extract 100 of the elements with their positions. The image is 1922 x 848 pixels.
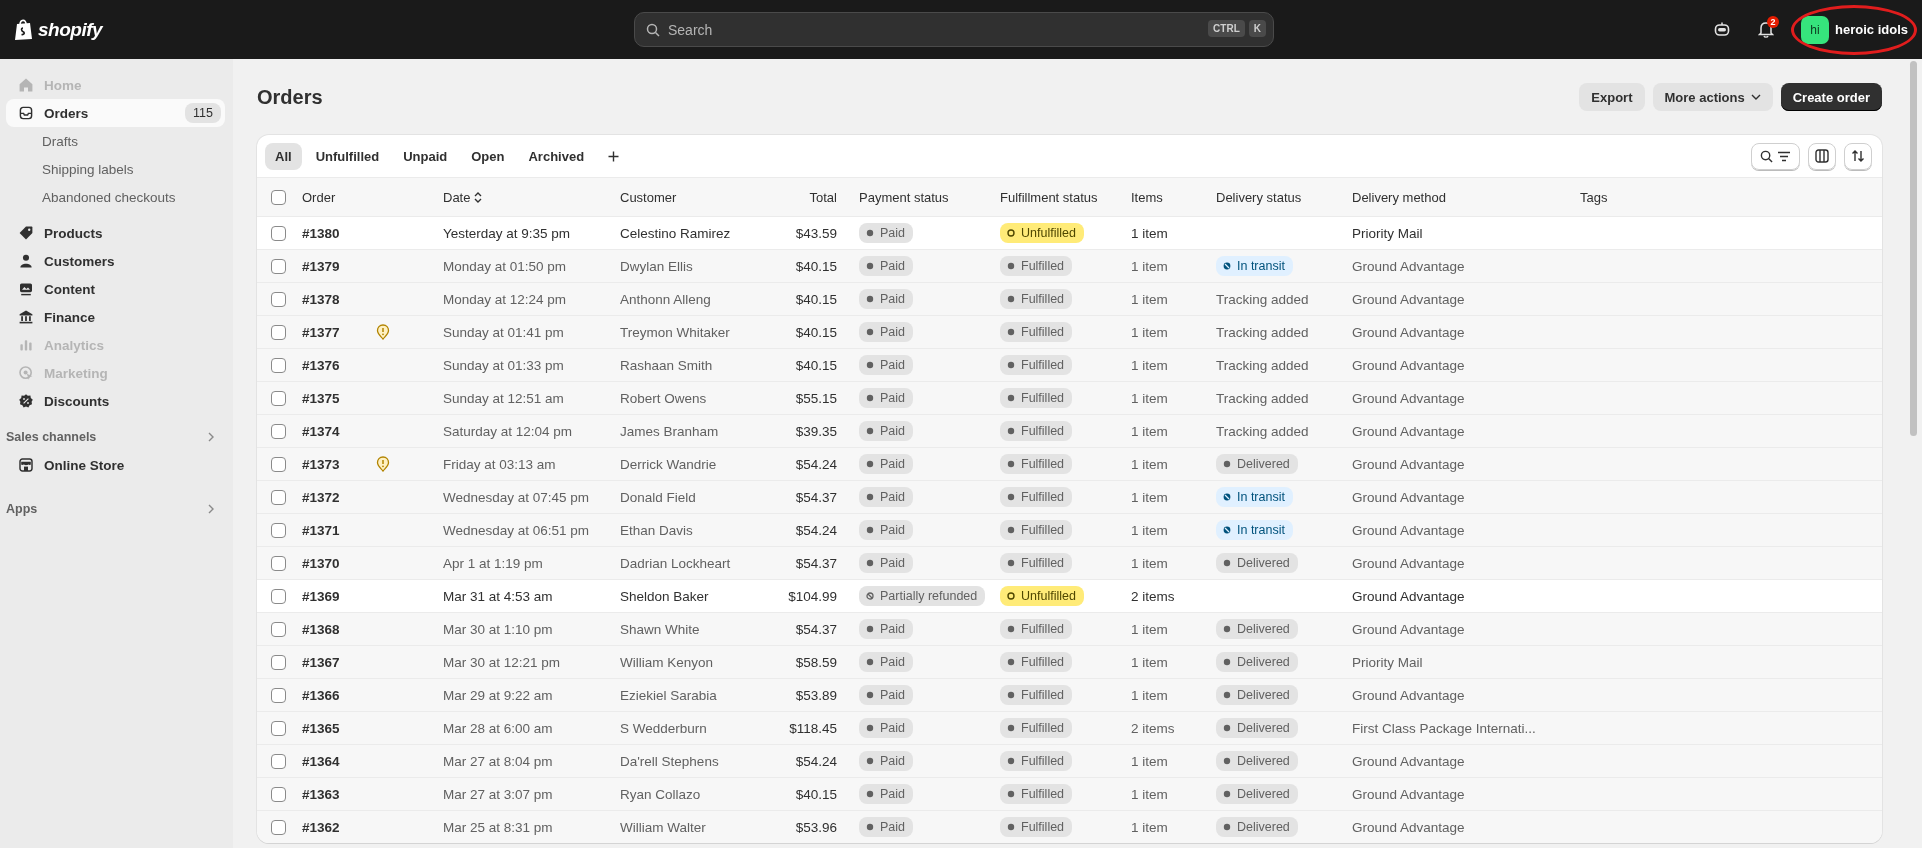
order-number[interactable]: #1363 [302, 786, 376, 802]
bar-chart-icon [18, 337, 34, 353]
notifications-button[interactable]: 2 [1751, 14, 1782, 45]
sidebar-item[interactable]: Abandoned checkouts [6, 183, 225, 211]
table-row[interactable]: #1373 Friday at 03:13 am Derrick Wandrie $54.24 Paid Fulfilled 1 item Delivered Ground Advantage [257, 447, 1882, 480]
order-number[interactable]: #1374 [302, 423, 376, 439]
checkbox[interactable] [271, 225, 286, 241]
section-heading[interactable]: Apps [6, 495, 225, 523]
chevron-right-icon [207, 504, 215, 514]
tab[interactable]: All [265, 142, 302, 170]
table-row[interactable]: #1365 Mar 28 at 6:00 am S Wedderburn $118.45 Paid Fulfilled 2 items Delivered First Class Package Internati... [257, 711, 1882, 744]
slashed-circle-icon [1223, 262, 1231, 270]
column-header[interactable]: Payment status [859, 189, 1000, 205]
table-row[interactable]: #1374 Saturday at 12:04 pm James Branham $39.35 Paid Fulfilled 1 item Tracking added Ground Advantage [257, 414, 1882, 447]
order-number[interactable]: #1368 [302, 621, 376, 637]
table-cell-text: Ground Advantage [1352, 390, 1466, 406]
account-button[interactable]: hi heroic idols [1795, 11, 1914, 48]
table-row[interactable]: #1362 Mar 25 at 8:31 pm William Walter $53.96 Paid Fulfilled 1 item Delivered Ground Advantage [257, 810, 1882, 843]
table-row[interactable]: #1379 Monday at 01:50 pm Dwylan Ellis $40.15 Paid Fulfilled 1 item In transit Ground Advantage [257, 249, 1882, 282]
sidebar-item[interactable]: Drafts [6, 127, 225, 155]
table-row[interactable]: #1371 Wednesday at 06:51 pm Ethan Davis $54.24 Paid Fulfilled 1 item In transit Ground Advantage [257, 513, 1882, 546]
sidebar-item[interactable]: Customers [6, 247, 225, 275]
sidebar-item[interactable]: Online Store [6, 451, 225, 479]
order-number[interactable]: #1365 [302, 720, 376, 736]
tab[interactable]: Unfulfilled [305, 142, 390, 170]
order-number[interactable]: #1373 [302, 456, 376, 472]
search-filter-button[interactable] [1751, 142, 1800, 170]
checkbox[interactable] [271, 753, 286, 769]
sort-button[interactable] [1844, 142, 1872, 170]
column-header[interactable]: Items [1131, 189, 1216, 205]
order-number[interactable]: #1371 [302, 522, 376, 538]
checkbox[interactable] [271, 189, 286, 205]
columns-button[interactable] [1808, 142, 1836, 170]
checkbox[interactable] [271, 357, 286, 373]
table-cell-text: 1 item [1131, 390, 1169, 406]
order-number[interactable]: #1372 [302, 489, 376, 505]
sidebar-item[interactable]: Finance [6, 303, 225, 331]
checkbox[interactable] [271, 291, 286, 307]
column-header[interactable]: Customer [620, 189, 770, 205]
order-number[interactable]: #1378 [302, 291, 376, 307]
sidebar-item[interactable]: Orders 115 [6, 99, 225, 127]
checkbox[interactable] [271, 621, 286, 637]
menu-button[interactable]: More actions [1652, 83, 1773, 111]
checkbox[interactable] [271, 390, 286, 406]
table-row[interactable]: #1378 Monday at 12:24 pm Anthonn Alleng $40.15 Paid Fulfilled 1 item Tracking added Ground Advantage [257, 282, 1882, 315]
tab[interactable]: Unpaid [393, 142, 458, 170]
order-number[interactable]: #1364 [302, 753, 376, 769]
table-row[interactable]: #1368 Mar 30 at 1:10 pm Shawn White $54.37 Paid Fulfilled 1 item Delivered Ground Advantage [257, 612, 1882, 645]
table-row[interactable]: #1370 Apr 1 at 1:19 pm Dadrian Lockheart $54.37 Paid Fulfilled 1 item Delivered Ground Advantage [257, 546, 1882, 579]
column-header[interactable]: Date [443, 189, 620, 205]
checkbox[interactable] [271, 324, 286, 340]
checkbox[interactable] [271, 654, 286, 670]
checkbox[interactable] [271, 258, 286, 274]
tab[interactable]: Open [461, 142, 515, 170]
table-row[interactable]: #1375 Sunday at 12:51 am Robert Owens $55.15 Paid Fulfilled 1 item Tracking added Ground Advantage [257, 381, 1882, 414]
checkbox[interactable] [271, 423, 286, 439]
checkbox[interactable] [271, 720, 286, 736]
order-number[interactable]: #1379 [302, 258, 376, 274]
checkbox[interactable] [271, 588, 286, 604]
table-cell-text: Donald Field [620, 489, 697, 505]
column-header[interactable]: Tags [1580, 189, 1882, 205]
checkbox[interactable] [271, 786, 286, 802]
sidebar-item[interactable]: Products [6, 219, 225, 247]
status-badge: Paid [859, 619, 914, 639]
column-header[interactable]: Order [302, 189, 443, 205]
order-number[interactable]: #1362 [302, 819, 376, 835]
checkbox[interactable] [271, 687, 286, 703]
table-row[interactable]: #1367 Mar 30 at 12:21 pm William Kenyon $58.59 Paid Fulfilled 1 item Delivered Priority Mail [257, 645, 1882, 678]
order-number[interactable]: #1380 [302, 225, 376, 241]
table-row[interactable]: #1372 Wednesday at 07:45 pm Donald Field $54.37 Paid Fulfilled 1 item In transit Ground Advantage [257, 480, 1882, 513]
sidebar-item[interactable]: Content [6, 275, 225, 303]
table-cell-text: 1 item [1131, 423, 1169, 439]
order-number[interactable]: #1370 [302, 555, 376, 571]
checkbox[interactable] [271, 489, 286, 505]
checkbox[interactable] [271, 555, 286, 571]
action-button[interactable]: Export [1579, 83, 1645, 111]
sidebar-item[interactable]: Shipping labels [6, 155, 225, 183]
order-number[interactable]: #1376 [302, 357, 376, 373]
section-heading[interactable]: Sales channels [6, 423, 225, 451]
sidebar-item[interactable]: Discounts [6, 387, 225, 415]
column-header[interactable]: Delivery method [1352, 189, 1580, 205]
column-header[interactable]: Total [770, 189, 837, 205]
create-button[interactable]: Create order [1780, 83, 1882, 111]
order-number[interactable]: #1366 [302, 687, 376, 703]
checkbox[interactable] [271, 456, 286, 472]
tab[interactable]: Archived [518, 142, 595, 170]
table-row[interactable]: #1363 Mar 27 at 3:07 pm Ryan Collazo $40.15 Paid Fulfilled 1 item Delivered Ground Advantage [257, 777, 1882, 810]
order-number[interactable]: #1369 [302, 588, 376, 604]
column-header[interactable]: Fulfillment status [1000, 189, 1131, 205]
table-row[interactable]: #1377 Sunday at 01:41 pm Treymon Whitaker $40.15 Paid Fulfilled 1 item Tracking added Ground Advantage [257, 315, 1882, 348]
order-number[interactable]: #1377 [302, 324, 376, 340]
column-header[interactable]: Delivery status [1216, 189, 1352, 205]
table-row[interactable]: #1376 Sunday at 01:33 pm Rashaan Smith $40.15 Paid Fulfilled 1 item Tracking added Ground Advantage [257, 348, 1882, 381]
checkbox[interactable] [271, 522, 286, 538]
table-row[interactable]: #1366 Mar 29 at 9:22 am Eziekiel Sarabia $53.89 Paid Fulfilled 1 item Delivered Ground Advantage [257, 678, 1882, 711]
table-row[interactable]: #1364 Mar 27 at 8:04 pm Da'rell Stephens $54.24 Paid Fulfilled 1 item Delivered Ground Advantage [257, 744, 1882, 777]
checkbox[interactable] [271, 819, 286, 835]
order-number[interactable]: #1375 [302, 390, 376, 406]
order-number[interactable]: #1367 [302, 654, 376, 670]
status-badge: Delivered [1216, 784, 1298, 804]
